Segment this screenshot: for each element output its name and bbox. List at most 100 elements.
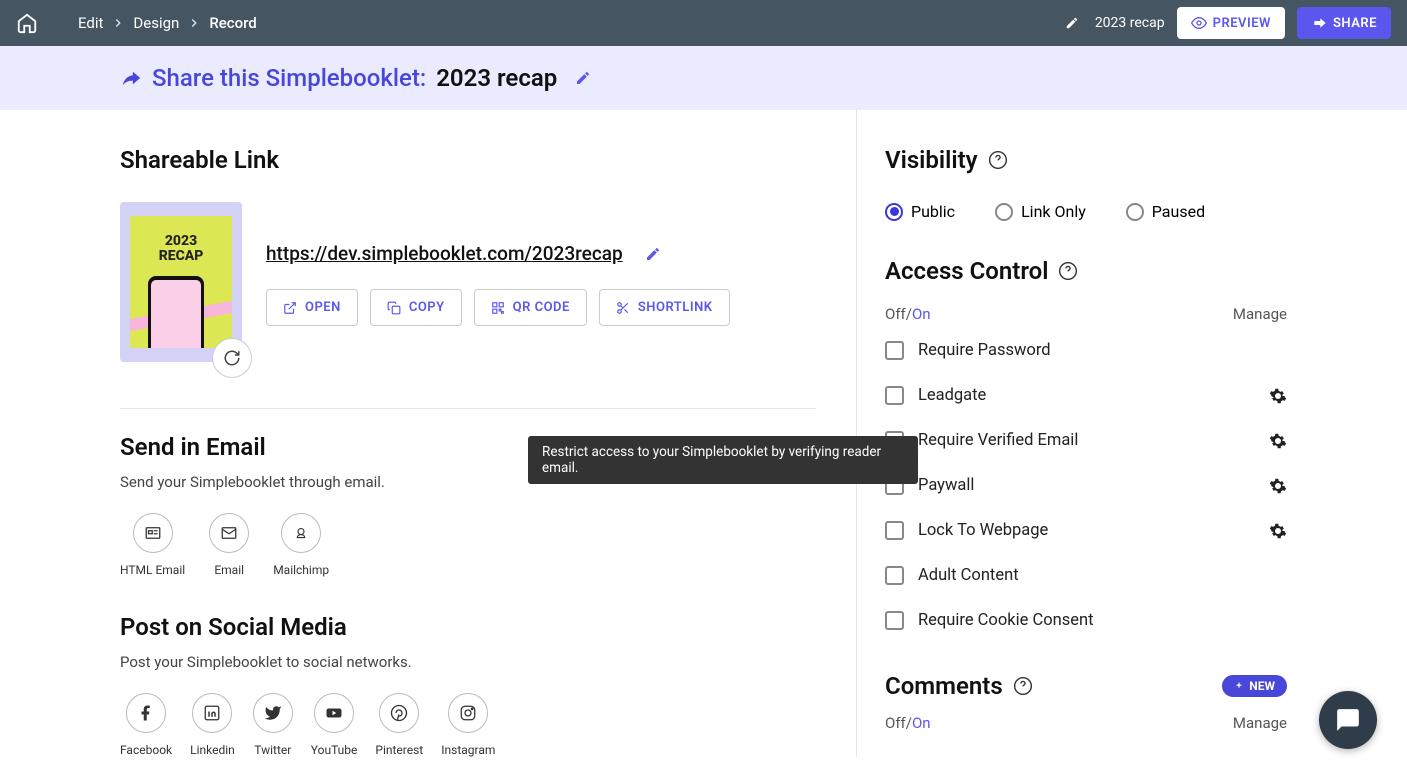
copy-button[interactable]: COPY: [370, 289, 462, 326]
pencil-icon[interactable]: [1065, 16, 1079, 30]
copy-icon: [387, 301, 401, 315]
mailchimp-icon: [292, 524, 310, 542]
share-button[interactable]: SHARE: [1297, 7, 1391, 39]
check-label: Leadgate: [918, 386, 986, 405]
eye-icon: [1191, 15, 1207, 31]
edit-url-button[interactable]: [645, 246, 661, 262]
instagram-icon: [459, 704, 477, 722]
visibility-linkonly[interactable]: Link Only: [995, 202, 1086, 221]
checkbox-icon: [885, 386, 904, 405]
facebook-option[interactable]: Facebook: [120, 693, 172, 757]
visibility-public[interactable]: Public: [885, 202, 955, 221]
gear-icon[interactable]: [1269, 387, 1287, 405]
leadgate-row: Leadgate: [885, 386, 1287, 405]
booklet-thumbnail[interactable]: 2023 RECAP: [120, 202, 242, 362]
pinterest-icon: [390, 704, 408, 722]
youtube-option[interactable]: YouTube: [311, 693, 358, 757]
instagram-option[interactable]: Instagram: [441, 693, 495, 757]
check-label: Paywall: [918, 476, 974, 495]
radio-icon: [885, 203, 903, 221]
external-link-icon: [283, 301, 297, 315]
off-on-label: Off/On: [885, 305, 931, 323]
new-badge: NEW: [1222, 675, 1287, 697]
adult-content-toggle[interactable]: Adult Content: [885, 566, 1019, 585]
facebook-icon: [137, 704, 155, 722]
access-control-subheader: Off/On Manage: [885, 305, 1287, 323]
leadgate-toggle[interactable]: Leadgate: [885, 386, 986, 405]
linkedin-option[interactable]: Linkedin: [190, 693, 235, 757]
comments-heading-row: Comments NEW: [885, 672, 1287, 700]
envelope-icon: [220, 524, 238, 542]
instagram-label: Instagram: [441, 743, 495, 757]
cookie-consent-toggle[interactable]: Require Cookie Consent: [885, 611, 1094, 630]
gear-icon[interactable]: [1269, 432, 1287, 450]
gear-icon[interactable]: [1269, 522, 1287, 540]
breadcrumb-edit[interactable]: Edit: [78, 14, 103, 32]
comments-subheader: Off/On Manage: [885, 714, 1287, 732]
qrcode-icon: [491, 301, 505, 315]
twitter-label: Twitter: [254, 743, 291, 757]
twitter-icon: [264, 704, 282, 722]
check-label: Adult Content: [918, 566, 1019, 585]
html-email-option[interactable]: HTML Email: [120, 513, 185, 577]
left-column: Shareable Link 2023 RECAP https://dev.si…: [120, 110, 857, 757]
shareable-link-block: 2023 RECAP https://dev.simplebooklet.com…: [120, 202, 816, 362]
qr-label: QR CODE: [513, 300, 570, 315]
pinterest-label: Pinterest: [375, 743, 423, 757]
pinterest-option[interactable]: Pinterest: [375, 693, 423, 757]
twitter-option[interactable]: Twitter: [253, 693, 293, 757]
checkbox-icon: [885, 566, 904, 585]
radio-label: Paused: [1152, 202, 1205, 221]
chevron-right-icon: [111, 16, 125, 30]
chat-icon: [1335, 707, 1361, 733]
comments-heading-group: Comments: [885, 672, 1033, 700]
sparkle-icon: [1234, 681, 1244, 691]
help-icon[interactable]: [988, 150, 1008, 170]
social-options: Facebook Linkedin Twitter YouTube Pinter…: [120, 693, 816, 757]
topnav-actions: 2023 recap PREVIEW SHARE: [1065, 7, 1391, 39]
open-button[interactable]: OPEN: [266, 289, 358, 326]
facebook-label: Facebook: [120, 743, 172, 757]
lock-webpage-toggle[interactable]: Lock To Webpage: [885, 521, 1048, 540]
thumbnail-text: 2023 RECAP: [136, 234, 226, 265]
breadcrumb-record[interactable]: Record: [209, 14, 256, 32]
share-arrow-icon: [120, 67, 142, 89]
youtube-icon: [325, 704, 343, 722]
subheader-label: Share this Simplebooklet:: [152, 64, 426, 92]
checkbox-icon: [885, 341, 904, 360]
social-desc: Post your Simplebooklet to social networ…: [120, 653, 816, 671]
home-icon[interactable]: [16, 12, 38, 34]
gear-icon[interactable]: [1269, 477, 1287, 495]
shortlink-button[interactable]: SHORTLINK: [599, 289, 730, 326]
mailchimp-label: Mailchimp: [273, 563, 329, 577]
verified-email-row: Require Verified Email: [885, 431, 1287, 450]
help-icon[interactable]: [1058, 261, 1078, 281]
mailchimp-option[interactable]: Mailchimp: [273, 513, 329, 577]
share-subheader: Share this Simplebooklet: 2023 recap: [0, 46, 1407, 110]
manage-link[interactable]: Manage: [1233, 714, 1287, 732]
visibility-paused[interactable]: Paused: [1126, 202, 1205, 221]
help-icon[interactable]: [1013, 676, 1033, 696]
refresh-icon: [223, 349, 241, 367]
shortlink-label: SHORTLINK: [638, 300, 713, 315]
top-navbar: Edit Design Record 2023 recap PREVIEW SH…: [0, 0, 1407, 46]
link-info: https://dev.simplebooklet.com/2023recap …: [266, 202, 816, 326]
require-password-toggle[interactable]: Require Password: [885, 341, 1051, 360]
scissors-icon: [616, 301, 630, 315]
qrcode-button[interactable]: QR CODE: [474, 289, 587, 326]
checkbox-icon: [885, 521, 904, 540]
email-label: Email: [214, 563, 244, 577]
breadcrumb-design[interactable]: Design: [133, 14, 179, 32]
chat-button[interactable]: [1319, 691, 1377, 749]
edit-title-button[interactable]: [575, 70, 591, 86]
html-email-label: HTML Email: [120, 563, 185, 577]
refresh-thumbnail-button[interactable]: [212, 338, 252, 378]
share-url[interactable]: https://dev.simplebooklet.com/2023recap: [266, 242, 623, 265]
radio-label: Link Only: [1021, 202, 1086, 221]
manage-link[interactable]: Manage: [1233, 305, 1287, 323]
email-option[interactable]: Email: [209, 513, 249, 577]
access-checklist: Require Password Leadgate Require Verifi…: [885, 341, 1287, 630]
open-label: OPEN: [305, 300, 341, 315]
youtube-label: YouTube: [311, 743, 358, 757]
preview-button[interactable]: PREVIEW: [1177, 7, 1285, 39]
